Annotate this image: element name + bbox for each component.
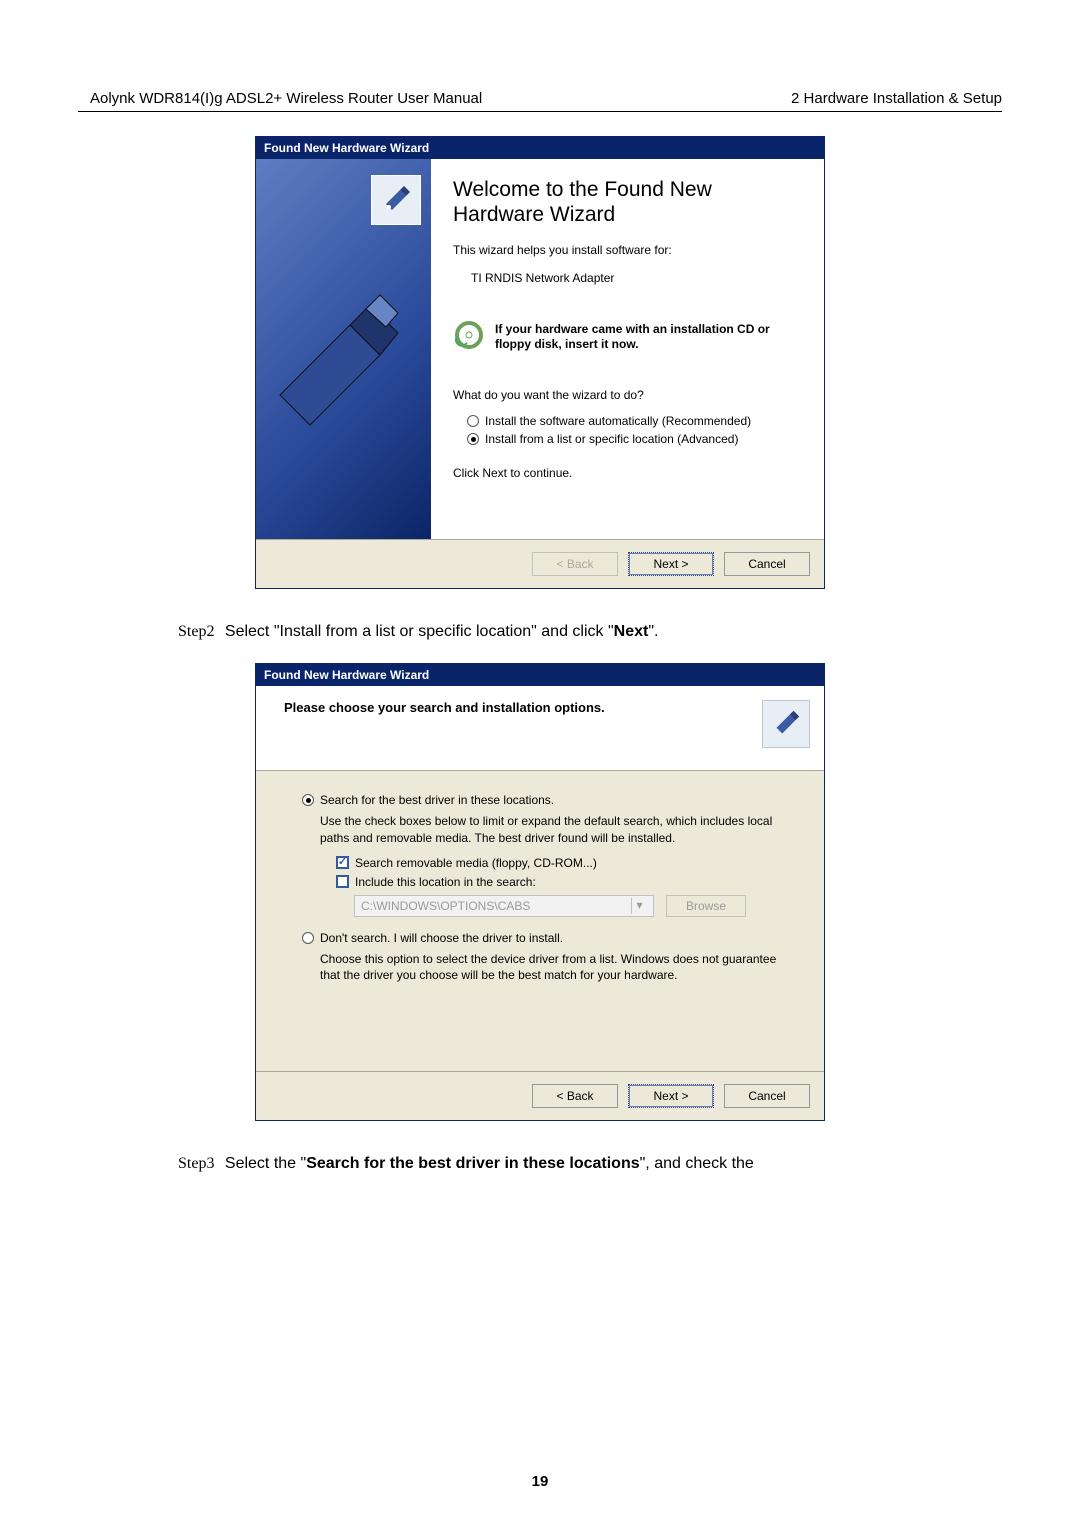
chevron-down-icon: ▾ [631, 898, 647, 914]
cd-icon [453, 319, 485, 354]
radio-dont-search[interactable]: Don't search. I will choose the driver t… [302, 931, 794, 945]
radio-advanced-label: Install from a list or specific location… [485, 432, 738, 446]
wizard2-heading: Please choose your search and installati… [284, 700, 605, 715]
location-row: C:\WINDOWS\OPTIONS\CABS ▾ Browse [354, 895, 794, 917]
cd-hint: If your hardware came with an installati… [453, 319, 804, 354]
radio-advanced[interactable]: Install from a list or specific location… [467, 432, 804, 446]
check-include-location[interactable]: Include this location in the search: [336, 875, 794, 889]
step3-text: Select the "Search for the best driver i… [225, 1155, 754, 1172]
page-number: 19 [0, 1473, 1080, 1490]
option-search: Search for the best driver in these loca… [302, 793, 794, 916]
wizard1-sidebar [256, 159, 431, 539]
check-include-label: Include this location in the search: [355, 875, 536, 889]
wizard1-body: Welcome to the Found New Hardware Wizard… [256, 159, 824, 539]
step3-instruction: Step3 Select the "Search for the best dr… [178, 1153, 1002, 1175]
browse-button: Browse [666, 895, 746, 917]
radio-icon [302, 794, 314, 806]
option-dont-search-desc: Choose this option to select the device … [320, 951, 794, 983]
wizard1-help: This wizard helps you install software f… [453, 243, 804, 257]
location-input: C:\WINDOWS\OPTIONS\CABS ▾ [354, 895, 654, 917]
wizard2-window: Found New Hardware Wizard Please choose … [255, 663, 825, 1121]
wizard1-main: Welcome to the Found New Hardware Wizard… [431, 159, 824, 539]
option-dont-search: Don't search. I will choose the driver t… [302, 931, 794, 983]
check-removable-label: Search removable media (floppy, CD-ROM..… [355, 856, 597, 870]
header-left: Aolynk WDR814(I)g ADSL2+ Wireless Router… [78, 90, 482, 107]
radio-icon [467, 433, 479, 445]
wizard2-header: Please choose your search and installati… [256, 686, 824, 771]
wizard1-device: TI RNDIS Network Adapter [471, 271, 804, 285]
wizard1-welcome: Welcome to the Found New Hardware Wizard [453, 177, 804, 227]
cd-hint-text: If your hardware came with an installati… [495, 322, 804, 352]
radio-dont-search-label: Don't search. I will choose the driver t… [320, 931, 563, 945]
step2-text: Select "Install from a list or specific … [225, 623, 659, 640]
step2-label: Step2 [178, 623, 214, 640]
wizard1-footer: < Back Next > Cancel [256, 539, 824, 588]
option-search-desc: Use the check boxes below to limit or ex… [320, 813, 794, 845]
wizard2-titlebar: Found New Hardware Wizard [256, 664, 824, 686]
location-value: C:\WINDOWS\OPTIONS\CABS [361, 899, 530, 913]
header-right: 2 Hardware Installation & Setup [791, 90, 1002, 107]
next-button[interactable]: Next > [628, 552, 714, 576]
wizard1-titlebar: Found New Hardware Wizard [256, 137, 824, 159]
next-button[interactable]: Next > [628, 1084, 714, 1108]
usb-icon [371, 175, 421, 225]
radio-search[interactable]: Search for the best driver in these loca… [302, 793, 794, 807]
checkbox-icon [336, 875, 349, 888]
usb-large-icon [270, 245, 400, 455]
radio-search-label: Search for the best driver in these loca… [320, 793, 554, 807]
step2-instruction: Step2 Select "Install from a list or spe… [178, 621, 1002, 643]
radio-auto[interactable]: Install the software automatically (Reco… [467, 414, 804, 428]
content: Found New Hardware Wizard Welcome to the… [78, 120, 1002, 1196]
back-button: < Back [532, 552, 618, 576]
cancel-button[interactable]: Cancel [724, 1084, 810, 1108]
wizard2-footer: < Back Next > Cancel [256, 1071, 824, 1120]
radio-icon [302, 932, 314, 944]
page-header: Aolynk WDR814(I)g ADSL2+ Wireless Router… [78, 90, 1002, 112]
wizard1-continue: Click Next to continue. [453, 466, 804, 480]
usb-icon [762, 700, 810, 748]
wizard2-body: Search for the best driver in these loca… [256, 771, 824, 1071]
wizard1-question: What do you want the wizard to do? [453, 388, 804, 402]
cancel-button[interactable]: Cancel [724, 552, 810, 576]
back-button[interactable]: < Back [532, 1084, 618, 1108]
step3-label: Step3 [178, 1155, 214, 1172]
check-removable[interactable]: Search removable media (floppy, CD-ROM..… [336, 856, 794, 870]
radio-icon [467, 415, 479, 427]
radio-auto-label: Install the software automatically (Reco… [485, 414, 751, 428]
wizard1-window: Found New Hardware Wizard Welcome to the… [255, 136, 825, 589]
checkbox-icon [336, 856, 349, 869]
